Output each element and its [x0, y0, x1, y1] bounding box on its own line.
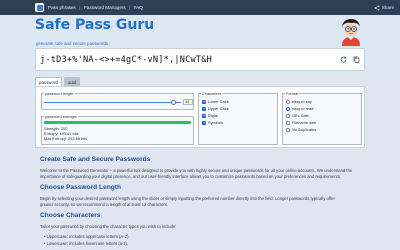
radio-easy-to-say[interactable]: easy to say	[286, 99, 312, 104]
password-length-input[interactable]: 32	[183, 99, 193, 105]
share-button[interactable]: Share	[374, 4, 394, 11]
slider-track[interactable]	[44, 102, 181, 104]
checkbox-checked-icon[interactable]	[202, 113, 206, 118]
checkbox-label: Lower Case	[208, 99, 229, 104]
checkbox-unchecked-icon[interactable]	[286, 113, 290, 118]
length-paragraph-line-2: greater security, so we recommend a leng…	[40, 202, 169, 207]
slider-thumb[interactable]	[171, 100, 177, 105]
radio-checked-icon[interactable]	[286, 106, 290, 111]
strength-meter	[44, 121, 191, 124]
checkbox-symbols[interactable]: Symbols	[202, 120, 223, 125]
share-label: Share	[381, 5, 394, 10]
page-title: Safe Pass Guru	[35, 17, 155, 33]
radio-label: easy to read	[292, 106, 314, 111]
password-length-legend: password length	[44, 91, 75, 96]
checkbox-label: Filename safe	[292, 120, 317, 125]
checkbox-no-duplicates[interactable]: No Duplicates	[286, 127, 316, 132]
checkbox-checked-icon[interactable]	[202, 99, 206, 104]
brand-logo-icon[interactable]	[35, 3, 44, 12]
top-navbar: Pass phrases | Password Managers | FAQ S…	[0, 0, 400, 15]
nav-separator: |	[129, 4, 131, 10]
checkbox-filename-safe[interactable]: Filename safe	[286, 120, 316, 125]
nav-link-pass-phrases[interactable]: Pass phrases	[48, 5, 76, 10]
checkbox-label: Symbols	[208, 120, 223, 125]
format-legend: Format	[285, 91, 300, 96]
password-strength-group: password strength Strength: 100 Entropy:…	[41, 114, 194, 145]
generator-tabs: password uuid	[35, 77, 81, 86]
checkbox-url-safe[interactable]: URL Safe	[286, 113, 309, 118]
heading-choose-length: Choose Password Length	[40, 184, 121, 191]
radio-label: easy to say	[292, 99, 312, 104]
nav-link-password-managers[interactable]: Password Managers	[84, 5, 126, 10]
checkbox-unchecked-icon[interactable]	[286, 120, 290, 125]
settings-panel: password length 32 password strength Str…	[35, 86, 365, 148]
strength-meter-fill	[44, 121, 191, 124]
list-item: • Lowercase: includes lowercase letters …	[44, 241, 129, 246]
tab-password[interactable]: password	[35, 77, 62, 86]
intro-paragraph-line-2: importance of safeguarding your digital …	[40, 174, 341, 179]
password-strength-legend: password strength	[44, 114, 78, 119]
generated-password-field[interactable]: j-tD3+%'NA-<>+=4gC*-vN]*,|NCwT&H	[35, 48, 365, 71]
format-group: Format easy to say easy to read URL Safe…	[282, 91, 362, 145]
password-length-slider[interactable]	[44, 100, 181, 105]
checkbox-label: Digits	[208, 113, 218, 118]
nav-separator: |	[79, 4, 81, 10]
heading-create-passwords: Create Safe and Secure Passwords	[40, 156, 151, 163]
checkbox-label: Upper Case	[208, 106, 229, 111]
characters-group: Characters Lower Case Upper Case Digits …	[198, 91, 278, 145]
copy-icon[interactable]	[353, 56, 360, 63]
checkbox-checked-icon[interactable]	[202, 120, 206, 125]
checkbox-label: No Duplicates	[292, 127, 317, 132]
nav-links: Pass phrases | Password Managers | FAQ	[48, 5, 143, 11]
characters-paragraph: Tailor your password by choosing the cha…	[40, 224, 177, 229]
heading-choose-characters: Choose Characters	[40, 212, 101, 219]
checkbox-upper-case[interactable]: Upper Case	[202, 106, 229, 111]
page-subtitle: generate safe and secure passwords	[36, 41, 109, 46]
max-entropy-value: Max Entropy: 202.88 bits	[44, 136, 88, 141]
checkbox-label: URL Safe	[292, 113, 309, 118]
refresh-icon[interactable]	[340, 56, 347, 63]
password-length-group: password length 32	[41, 91, 194, 110]
generated-password-text[interactable]: j-tD3+%'NA-<>+=4gC*-vN]*,|NCwT&H	[40, 55, 212, 65]
radio-easy-to-read[interactable]: easy to read	[286, 106, 313, 111]
tab-uuid[interactable]: uuid	[63, 77, 81, 86]
checkbox-unchecked-icon[interactable]	[286, 127, 290, 132]
characters-legend: Characters	[201, 91, 223, 96]
checkbox-checked-icon[interactable]	[202, 106, 206, 111]
list-item: • Uppercase: includes uppercase letters …	[44, 234, 130, 239]
share-icon	[374, 4, 380, 11]
checkbox-lower-case[interactable]: Lower Case	[202, 99, 229, 104]
checkbox-digits[interactable]: Digits	[202, 113, 218, 118]
nav-link-faq[interactable]: FAQ	[134, 5, 143, 10]
radio-unchecked-icon[interactable]	[286, 99, 290, 104]
avatar-icon	[342, 19, 360, 46]
